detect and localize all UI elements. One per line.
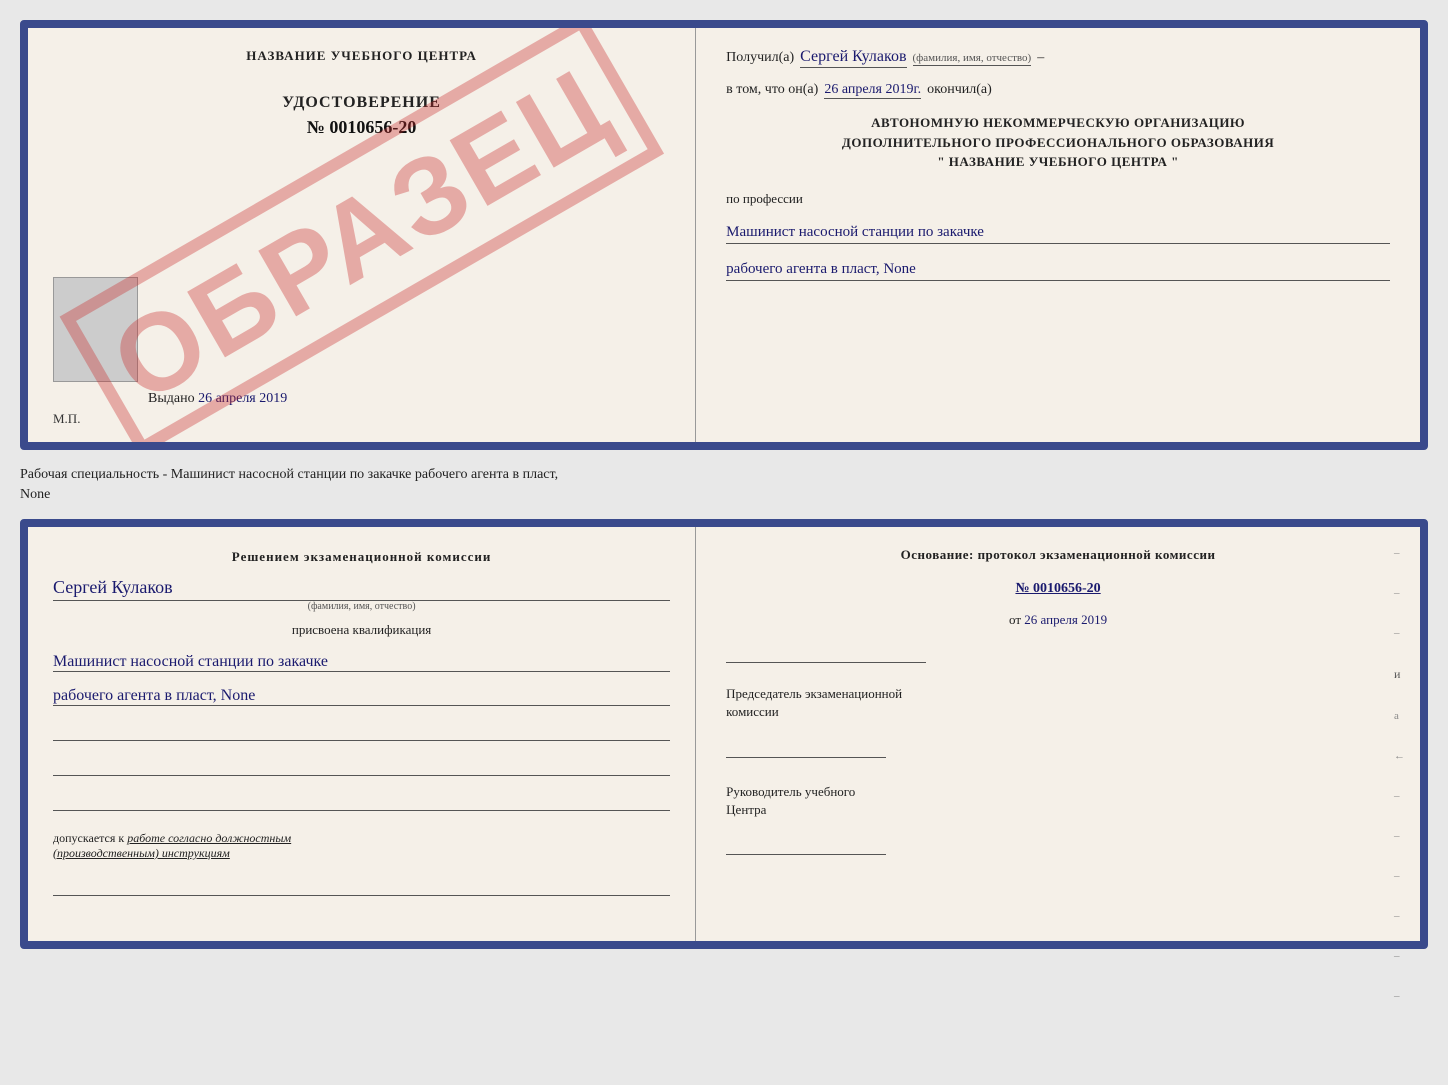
bottom-name-subtext: (фамилия, имя, отчество) [53,601,670,612]
qualification-line2: рабочего агента в пласт, None [53,687,670,706]
profession-line2: рабочего агента в пласт, None [726,261,1390,281]
protocol-number: 0010656-20 [1033,581,1101,596]
poluchil-dash: – [1037,50,1044,66]
rukovoditel-sign-line [726,837,886,855]
cert-right-panel: Получил(а) Сергей Кулаков (фамилия, имя,… [696,28,1420,442]
description-line2: None [20,487,50,502]
poluchil-label: Получил(а) [726,50,794,66]
vydano-date: 26 апреля 2019 [198,391,287,406]
certificate-top: НАЗВАНИЕ УЧЕБНОГО ЦЕНТРА ОБРАЗЕЦ УДОСТОВ… [20,20,1428,450]
cert-bottom-right: Основание: протокол экзаменационной коми… [696,527,1420,941]
vydano-line: Выдано 26 апреля 2019 [148,391,287,407]
udostoverenie-block: УДОСТОВЕРЕНИЕ № 0010656-20 [53,94,670,138]
predsedatel-sign-line [726,740,886,758]
udostoverenie-title: УДОСТОВЕРЕНИЕ [53,94,670,112]
osnovanie-text: Основание: протокол экзаменационной коми… [726,547,1390,563]
completion-date: 26 апреля 2019г. [824,82,921,99]
vtom-label: в том, что он(а) [726,82,818,98]
protocol-num: № 0010656-20 [726,581,1390,597]
cert-number: № 0010656-20 [53,117,670,138]
dopuskaetsya-instructions: (производственным) инструкциям [53,846,230,860]
dopuskaetsya-label: допускается к [53,831,124,845]
bottom-recipient-name: Сергей Кулаков [53,577,670,601]
qualification-line1: Машинист насосной станции по закачке [53,653,670,672]
blank-line-4 [53,876,670,896]
dopuskaetsya-block: допускается к работе согласно должностны… [53,831,670,861]
description-line1: Рабочая специальность - Машинист насосно… [20,467,558,482]
predsedatel-line2: комиссии [726,704,779,719]
decorative-dashes: – – – и а ← – – – – – – [1394,547,1405,1002]
ot-line: от 26 апреля 2019 [726,612,1390,628]
blank-line-3 [53,791,670,811]
certificate-bottom: Решением экзаменационной комиссии Сергей… [20,519,1428,949]
vydano-label: Выдано [148,391,195,406]
bottom-name-block: Сергей Кулаков (фамилия, имя, отчество) [53,577,670,612]
blank-line-1 [53,721,670,741]
org-line3: " НАЗВАНИЕ УЧЕБНОГО ЦЕНТРА " [726,152,1390,172]
po-professii-label: по профессии [726,191,1390,207]
description-block: Рабочая специальность - Машинист насосно… [20,460,1428,509]
predsedatel-line1: Председатель экзаменационной [726,686,902,701]
org-line1: АВТОНОМНУЮ НЕКОММЕРЧЕСКУЮ ОРГАНИЗАЦИЮ [726,113,1390,133]
rukovoditel-line2: Центра [726,802,766,817]
okonchil-label: окончил(а) [927,82,992,98]
center-title: НАЗВАНИЕ УЧЕБНОГО ЦЕНТРА [53,48,670,64]
org-block: АВТОНОМНУЮ НЕКОММЕРЧЕСКУЮ ОРГАНИЗАЦИЮ ДО… [726,113,1390,172]
prisvoena-text: присвоена квалификация [53,622,670,638]
rukovoditel-text: Руководитель учебного Центра [726,783,1390,819]
resheniem-text: Решением экзаменационной комиссии [53,547,670,567]
rukovoditel-line1: Руководитель учебного [726,784,855,799]
recipient-name: Сергей Кулаков [800,48,906,68]
poluchil-line: Получил(а) Сергей Кулаков (фамилия, имя,… [726,48,1390,68]
mp-label: М.П. [53,411,80,427]
vtom-line: в том, что он(а) 26 апреля 2019г. окончи… [726,82,1390,99]
dopuskaetsya-work: работе согласно должностным [127,831,291,845]
predsedatel-text: Председатель экзаменационной комиссии [726,685,1390,721]
num-label: № [1015,581,1029,596]
name-subtext-top: (фамилия, имя, отчество) [913,52,1032,66]
profession-line1: Машинист насосной станции по закачке [726,224,1390,244]
watermark-stamp: ОБРАЗЕЦ [59,20,664,450]
blank-line-2 [53,756,670,776]
org-line2: ДОПОЛНИТЕЛЬНОГО ПРОФЕССИОНАЛЬНОГО ОБРАЗО… [726,133,1390,153]
cert-left-panel: НАЗВАНИЕ УЧЕБНОГО ЦЕНТРА ОБРАЗЕЦ УДОСТОВ… [28,28,696,442]
ot-label: от [1009,612,1021,627]
photo-placeholder [53,277,138,382]
cert-bottom-left: Решением экзаменационной комиссии Сергей… [28,527,696,941]
right-blank-line [726,643,926,663]
protocol-date: 26 апреля 2019 [1024,612,1107,627]
